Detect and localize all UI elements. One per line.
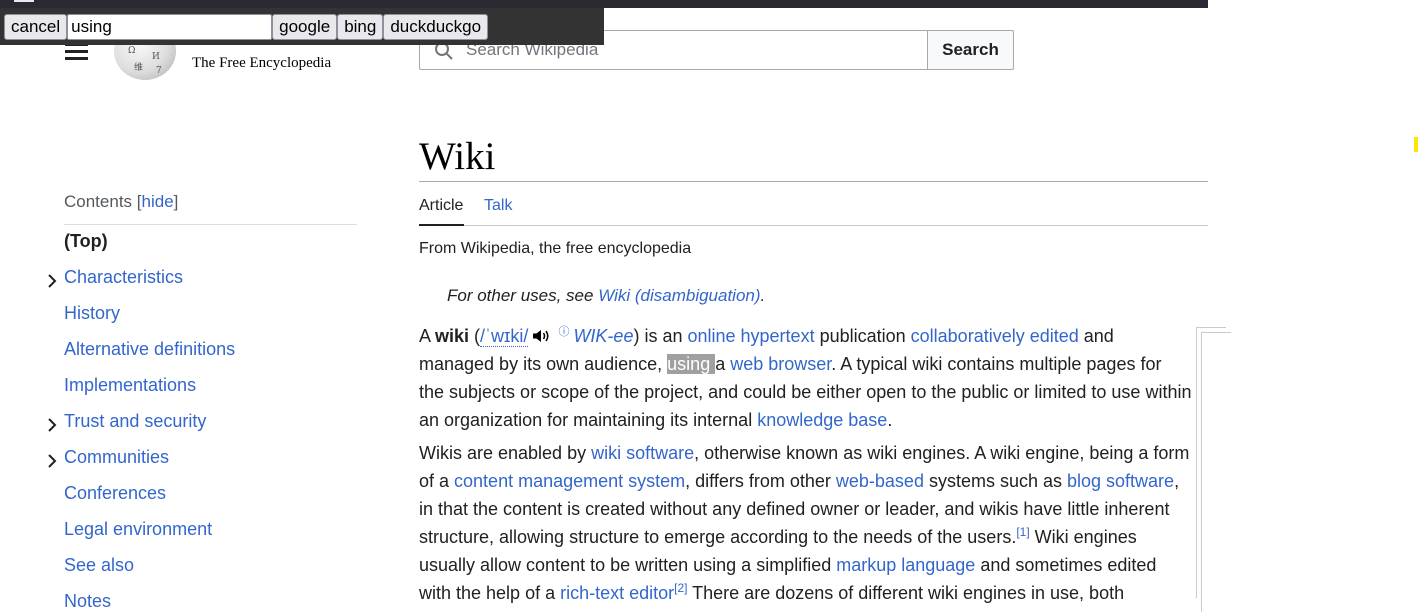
text-line: usually allow content to be written usin… [419, 555, 1157, 575]
toc-bracket: ] [173, 192, 179, 211]
knowledge-base-link[interactable]: knowledge base [757, 410, 887, 430]
page-title: Wiki [419, 135, 496, 178]
search-button[interactable]: Search [927, 30, 1014, 70]
text-line: A wiki (/ˈwɪki/ⓘ WIK-ee) is an online hyp… [419, 326, 1114, 347]
blog-software-link[interactable]: blog software [1067, 471, 1174, 491]
site-subtitle: From Wikipedia, the free encyclopedia [419, 240, 692, 257]
toc-heading-label: Contents [64, 192, 133, 211]
title-divider [419, 181, 1208, 182]
toc-hide-link[interactable]: hide [142, 192, 174, 211]
toc-item[interactable]: Communities [64, 447, 169, 468]
search-bing-button[interactable]: bing [337, 14, 384, 40]
paragraph-2: Wikis are enabled by wiki software, othe… [419, 439, 1190, 607]
infobox-inner [1201, 332, 1231, 612]
main-menu-icon[interactable] [65, 43, 88, 61]
text-line: Wikis are enabled by wiki software, othe… [419, 443, 1190, 463]
tab-article[interactable]: Article [419, 197, 463, 215]
online-hypertext-link[interactable]: online hypertext [687, 326, 814, 346]
toc-item[interactable]: History [64, 303, 120, 324]
toc-item[interactable]: Trust and security [64, 411, 206, 432]
reference-1-link[interactable]: [1] [1016, 525, 1029, 539]
tabs-divider [419, 225, 1208, 226]
hatnote: For other uses, see Wiki (disambiguation… [447, 286, 765, 306]
chevron-right-icon[interactable] [46, 418, 58, 432]
tab-indicator [14, 0, 34, 2]
find-query-input[interactable] [67, 14, 273, 40]
search-duckduckgo-button[interactable]: duckduckgo [383, 14, 489, 40]
markup-language-link[interactable]: markup language [836, 555, 975, 575]
pronunciation-link[interactable]: WIK-ee [573, 326, 633, 346]
search-google-button[interactable]: google [272, 14, 338, 40]
browser-top-strip [0, 0, 1208, 8]
disambiguation-link[interactable]: Wiki (disambiguation) [598, 286, 760, 305]
text-line: in that the content is created without a… [419, 499, 1170, 519]
toc-item[interactable]: (Top) [64, 231, 108, 252]
toc-heading: Contents [hide] [64, 192, 178, 212]
toc-item[interactable]: Notes [64, 591, 111, 612]
globe-glyph: И [152, 52, 160, 62]
scroll-marker [1414, 137, 1418, 152]
find-toolbar: cancel google bing duckduckgo [0, 8, 604, 45]
find-cancel-button[interactable]: cancel [4, 14, 68, 40]
text-line: an organization for maintaining its inte… [419, 410, 893, 430]
active-tab-indicator [419, 224, 464, 226]
toc-item[interactable]: Legal environment [64, 519, 212, 540]
globe-glyph: 维 [134, 63, 144, 73]
bold-term: wiki [435, 326, 470, 346]
text-line: of a content management system, differs … [419, 471, 1180, 491]
collaboratively-edited-link[interactable]: collaboratively edited [911, 326, 1079, 346]
hatnote-text: . [760, 286, 766, 305]
text-line: managed by its own audience, using a web… [419, 354, 1162, 374]
chevron-right-icon[interactable] [46, 274, 58, 288]
reference-2-link[interactable]: [2] [674, 581, 687, 595]
info-circle-icon[interactable]: ⓘ [558, 326, 569, 338]
toc-item[interactable]: Conferences [64, 483, 166, 504]
wiki-software-link[interactable]: wiki software [591, 443, 694, 463]
globe-glyph: Ω [128, 46, 136, 56]
wikipedia-tagline: The Free Encyclopedia [192, 55, 332, 71]
rich-text-editor-link[interactable]: rich-text editor [560, 583, 674, 603]
find-highlight: using [667, 354, 716, 374]
ipa-link[interactable]: /ˈwɪki/ [480, 326, 529, 347]
toc-divider [64, 224, 357, 225]
text-line: the subjects or scope of the project, an… [419, 382, 1192, 402]
infobox [1196, 327, 1231, 612]
globe-glyph: 7 [156, 66, 162, 76]
speaker-icon[interactable] [532, 329, 550, 343]
toc-item[interactable]: Alternative definitions [64, 339, 235, 360]
toc-item[interactable]: Implementations [64, 375, 196, 396]
web-browser-link[interactable]: web browser [730, 354, 831, 374]
paragraph-1: A wiki (/ˈwɪki/ⓘ WIK-ee) is an online hyp… [419, 318, 1192, 434]
tab-talk[interactable]: Talk [484, 197, 512, 215]
toc-item[interactable]: See also [64, 555, 134, 576]
content-management-system-link[interactable]: content management system [454, 471, 685, 491]
hatnote-text: For other uses, see [447, 286, 599, 305]
text-line: with the help of a rich-text editor[2] T… [419, 581, 1125, 603]
web-based-link[interactable]: web-based [836, 471, 924, 491]
text-line: structure, allowing structure to emerge … [419, 525, 1137, 547]
chevron-right-icon[interactable] [46, 454, 58, 468]
toc-item[interactable]: Characteristics [64, 267, 183, 288]
